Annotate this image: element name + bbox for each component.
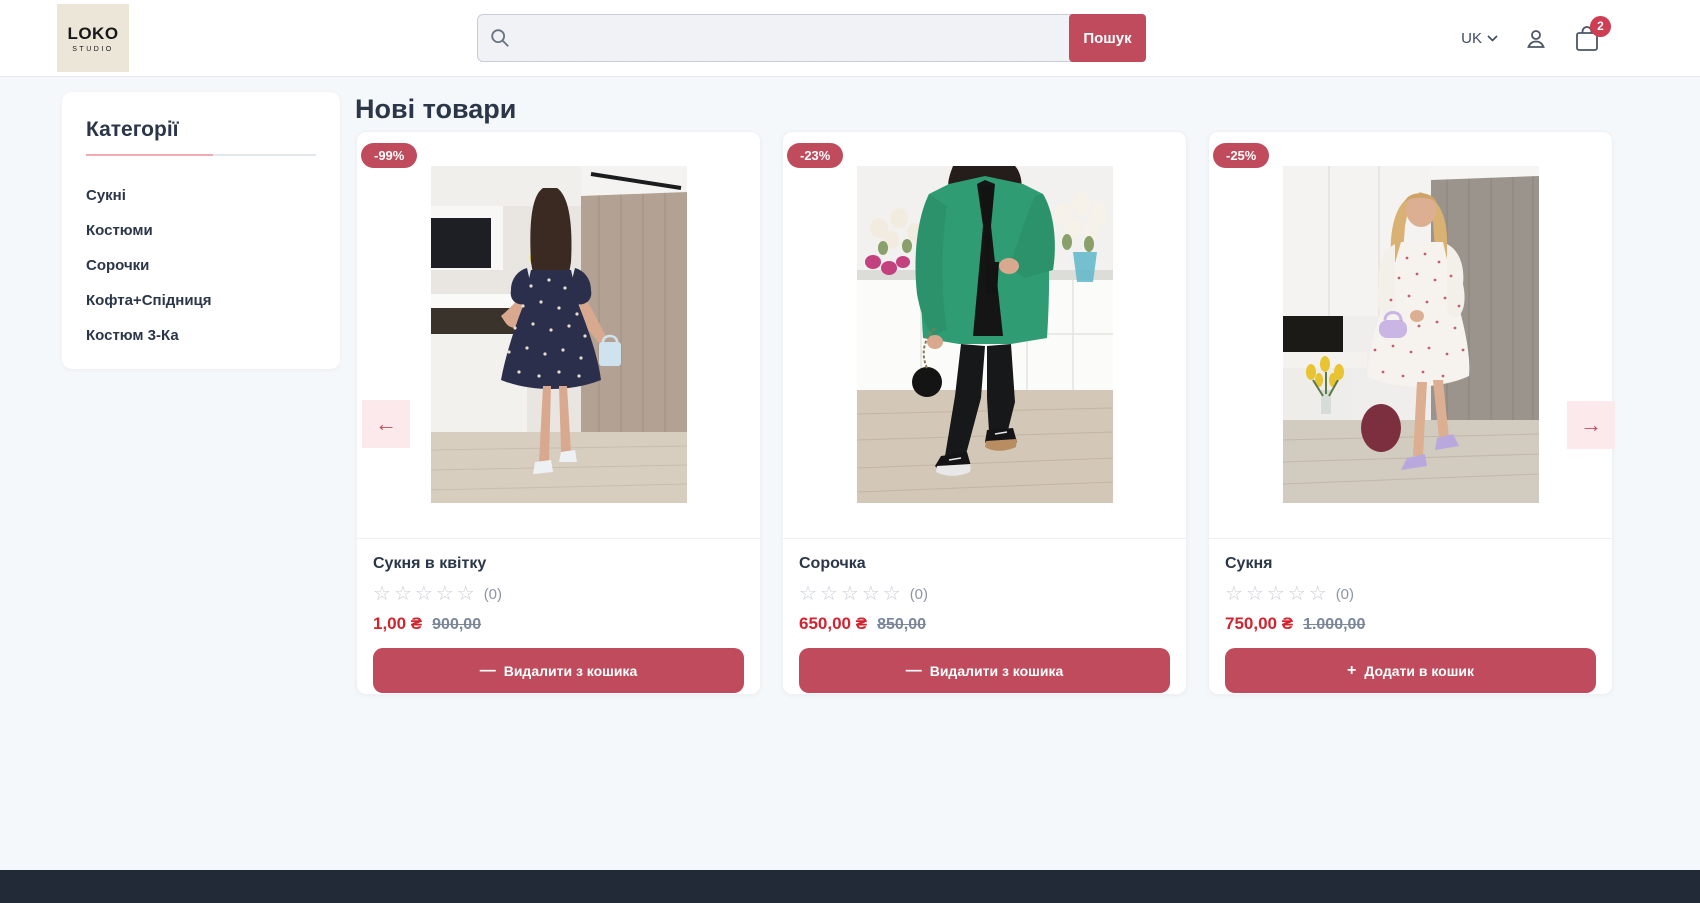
star-icon: ☆ — [457, 584, 475, 604]
star-icon: ☆ — [1309, 584, 1327, 604]
rating-count: (0) — [484, 586, 502, 603]
product-card: -99% — [356, 131, 761, 695]
product-image-link[interactable] — [1209, 132, 1612, 539]
add-to-cart-button[interactable]: + Додати в кошик — [1225, 648, 1596, 693]
categories-sidebar: Категорії Сукні Костюми Сорочки Кофта+Сп… — [62, 92, 340, 369]
cart-button-label: Додати в кошик — [1364, 663, 1474, 679]
product-title[interactable]: Сорочка — [799, 555, 1170, 573]
header: LOKO STUDIO Пошук UK 2 — [0, 0, 1700, 77]
sidebar-item-sorochky[interactable]: Сорочки — [86, 248, 316, 283]
remove-from-cart-button[interactable]: — Видалити з кошика — [373, 648, 744, 693]
star-icon: ☆ — [799, 584, 817, 604]
sidebar-divider — [86, 154, 316, 156]
product-info: Сукня в квітку ☆☆☆☆☆ (0) 1,00 ₴ 900,00 —… — [357, 539, 760, 693]
sidebar-item-kostumy[interactable]: Костюми — [86, 213, 316, 248]
star-icon: ☆ — [1288, 584, 1306, 604]
brand-logo[interactable]: LOKO STUDIO — [57, 4, 129, 72]
product-info: Сорочка ☆☆☆☆☆ (0) 650,00 ₴ 850,00 — Вида… — [783, 539, 1186, 693]
current-price: 750,00 ₴ — [1225, 614, 1293, 634]
sidebar-item-kostum3[interactable]: Костюм 3-Ка — [86, 318, 316, 353]
discount-badge: -25% — [1213, 143, 1269, 168]
product-title[interactable]: Сукня — [1225, 555, 1596, 573]
arrow-right-icon: → — [1580, 412, 1602, 438]
star-icon: ☆ — [862, 584, 880, 604]
price-row: 750,00 ₴ 1.000,00 — [1225, 614, 1596, 634]
plus-icon: + — [1347, 662, 1356, 680]
price-row: 1,00 ₴ 900,00 — [373, 614, 744, 634]
old-price: 900,00 — [432, 616, 481, 634]
price-row: 650,00 ₴ 850,00 — [799, 614, 1170, 634]
remove-from-cart-button[interactable]: — Видалити з кошика — [799, 648, 1170, 693]
sidebar-item-kofta[interactable]: Кофта+Спідниця — [86, 283, 316, 318]
search-bar: Пошук — [477, 14, 1146, 62]
star-icon: ☆ — [1225, 584, 1243, 604]
rating-count: (0) — [1336, 586, 1354, 603]
old-price: 1.000,00 — [1303, 616, 1365, 634]
account-button[interactable] — [1524, 27, 1548, 51]
brand-subname: STUDIO — [72, 46, 113, 53]
rating: ☆☆☆☆☆ (0) — [799, 584, 1170, 604]
product-image-link[interactable] — [783, 132, 1186, 539]
product-title[interactable]: Сукня в квітку — [373, 555, 744, 573]
discount-badge: -99% — [361, 143, 417, 168]
cart-button-label: Видалити з кошика — [930, 663, 1064, 679]
star-icon: ☆ — [1246, 584, 1264, 604]
minus-icon: — — [906, 662, 922, 680]
product-card: -23% — [782, 131, 1187, 695]
footer-bar — [0, 870, 1700, 903]
star-icon: ☆ — [1267, 584, 1285, 604]
category-list: Сукні Костюми Сорочки Кофта+Спідниця Кос… — [86, 178, 316, 353]
sidebar-item-sukni[interactable]: Сукні — [86, 178, 316, 213]
minus-icon: — — [480, 662, 496, 680]
star-icon: ☆ — [883, 584, 901, 604]
search-input[interactable] — [477, 14, 1146, 62]
page-title: Нові товари — [355, 94, 516, 125]
carousel-next-button[interactable]: → — [1567, 401, 1615, 449]
language-selector[interactable]: UK — [1461, 30, 1498, 47]
product-image-link[interactable] — [357, 132, 760, 539]
discount-badge: -23% — [787, 143, 843, 168]
product-photo-green-shirt — [857, 166, 1113, 503]
star-icon: ☆ — [436, 584, 454, 604]
search-button[interactable]: Пошук — [1069, 14, 1146, 62]
header-actions: UK 2 — [1461, 0, 1600, 77]
cart-button-label: Видалити з кошика — [504, 663, 638, 679]
old-price: 850,00 — [877, 616, 926, 634]
current-price: 650,00 ₴ — [799, 614, 867, 634]
language-label: UK — [1461, 30, 1482, 47]
rating: ☆☆☆☆☆ (0) — [373, 584, 744, 604]
star-icon: ☆ — [373, 584, 391, 604]
cart-count-badge: 2 — [1590, 16, 1611, 37]
product-card: -25% — [1208, 131, 1613, 695]
star-icon: ☆ — [415, 584, 433, 604]
product-photo-white-dress — [1283, 166, 1539, 503]
star-icon: ☆ — [820, 584, 838, 604]
star-icon: ☆ — [841, 584, 859, 604]
current-price: 1,00 ₴ — [373, 614, 422, 634]
product-info: Сукня ☆☆☆☆☆ (0) 750,00 ₴ 1.000,00 + Дода… — [1209, 539, 1612, 693]
sidebar-title: Категорії — [86, 118, 316, 142]
chevron-down-icon — [1487, 35, 1498, 42]
product-grid: -99% — [356, 131, 1613, 695]
star-icon: ☆ — [394, 584, 412, 604]
arrow-left-icon: ← — [375, 411, 397, 437]
rating: ☆☆☆☆☆ (0) — [1225, 584, 1596, 604]
cart-button[interactable]: 2 — [1574, 25, 1600, 53]
rating-count: (0) — [910, 586, 928, 603]
product-photo-navy-dress — [431, 166, 687, 503]
brand-name: LOKO — [67, 24, 118, 44]
carousel-prev-button[interactable]: ← — [362, 400, 410, 448]
user-icon — [1524, 27, 1548, 51]
